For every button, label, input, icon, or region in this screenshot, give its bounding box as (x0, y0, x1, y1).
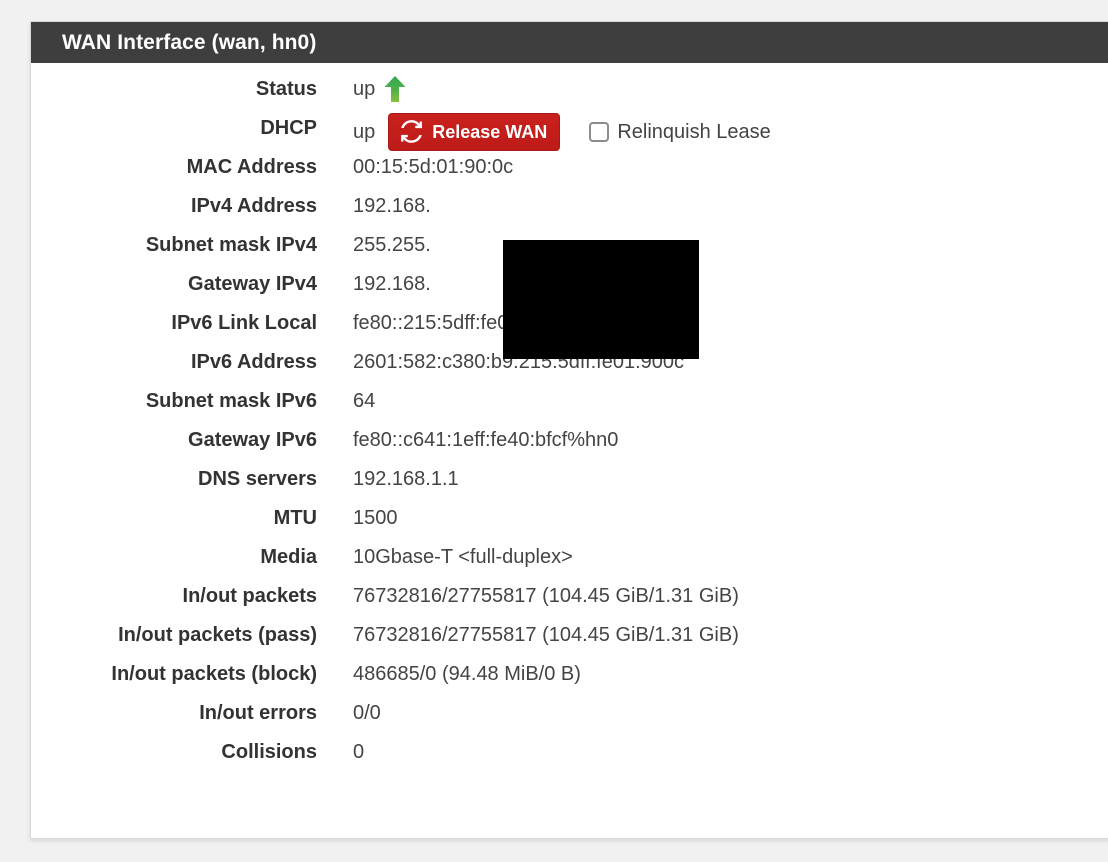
row-value-dns-servers: 192.168.1.1 (353, 468, 459, 490)
row-label-subnet-mask-ipv6: Subnet mask IPv6 (145, 390, 317, 412)
release-wan-button[interactable]: Release WAN (388, 113, 561, 151)
wan-interface-panel: WAN Interface (wan, hn0) Status up DHCP … (30, 21, 1108, 839)
panel-header: WAN Interface (wan, hn0) (31, 22, 1108, 63)
row-label-ipv6-link-local: IPv6 Link Local (171, 312, 317, 334)
row-value-ipv4-address: 192.168. (353, 195, 431, 217)
arrow-up-icon (384, 76, 406, 102)
row-label-ipv6-address: IPv6 Address (191, 351, 317, 373)
row-value-collisions: 0 (353, 741, 365, 763)
release-wan-button-label: Release WAN (432, 121, 548, 142)
row-value-status: up (353, 74, 406, 104)
dhcp-status-text: up (353, 121, 376, 143)
redaction-overlay (503, 240, 699, 359)
row-label-media: Media (260, 546, 317, 568)
row-value-subnet-mask-ipv6: 64 (353, 390, 376, 412)
row-mtu: MTU 1500 (31, 503, 1108, 542)
row-mac-address: MAC Address 00:15:5d:01:90:0c (31, 152, 1108, 191)
row-value-inout-packets-pass: 76732816/27755817 (104.45 GiB/1.31 GiB) (353, 624, 739, 646)
row-media: Media 10Gbase-T <full-duplex> (31, 542, 1108, 581)
relinquish-lease-control[interactable]: Relinquish Lease (589, 118, 771, 146)
status-text: up (353, 78, 376, 100)
row-value-inout-errors: 0/0 (353, 702, 381, 724)
row-value-dhcp: up Release WAN Relinquish Lease (353, 113, 771, 151)
row-dns-servers: DNS servers 192.168.1.1 (31, 464, 1108, 503)
row-label-status: Status (255, 78, 317, 100)
relinquish-lease-label[interactable]: Relinquish Lease (617, 118, 770, 146)
row-inout-errors: In/out errors 0/0 (31, 698, 1108, 737)
row-inout-packets: In/out packets 76732816/27755817 (104.45… (31, 581, 1108, 620)
row-value-subnet-mask-ipv4: 255.255. (353, 234, 431, 256)
panel-body: Status up DHCP up Release WAN Relinquish… (31, 63, 1108, 776)
row-label-subnet-mask-ipv4: Subnet mask IPv4 (145, 234, 317, 256)
row-value-inout-packets: 76732816/27755817 (104.45 GiB/1.31 GiB) (353, 585, 739, 607)
row-value-gateway-ipv4: 192.168. (353, 273, 431, 295)
row-label-gateway-ipv6: Gateway IPv6 (188, 429, 317, 451)
row-label-collisions: Collisions (221, 741, 317, 763)
row-label-inout-errors: In/out errors (199, 702, 317, 724)
row-label-mac-address: MAC Address (186, 156, 317, 178)
row-inout-packets-block: In/out packets (block) 486685/0 (94.48 M… (31, 659, 1108, 698)
refresh-icon (399, 119, 424, 144)
row-value-mtu: 1500 (353, 507, 398, 529)
row-collisions: Collisions 0 (31, 737, 1108, 776)
row-value-gateway-ipv6: fe80::c641:1eff:fe40:bfcf%hn0 (353, 429, 619, 451)
row-label-dhcp: DHCP (260, 117, 317, 139)
row-label-ipv4-address: IPv4 Address (191, 195, 317, 217)
row-label-inout-packets-block: In/out packets (block) (111, 663, 317, 685)
panel-title: WAN Interface (wan, hn0) (62, 30, 317, 54)
relinquish-lease-checkbox[interactable] (589, 122, 610, 142)
row-label-inout-packets: In/out packets (182, 585, 317, 607)
row-label-gateway-ipv4: Gateway IPv4 (188, 273, 317, 295)
row-subnet-mask-ipv6: Subnet mask IPv6 64 (31, 386, 1108, 425)
row-inout-packets-pass: In/out packets (pass) 76732816/27755817 … (31, 620, 1108, 659)
row-label-dns-servers: DNS servers (198, 468, 317, 490)
row-label-mtu: MTU (273, 507, 317, 529)
row-gateway-ipv6: Gateway IPv6 fe80::c641:1eff:fe40:bfcf%h… (31, 425, 1108, 464)
row-dhcp: DHCP up Release WAN Relinquish Lease (31, 113, 1108, 152)
row-label-inout-packets-pass: In/out packets (pass) (118, 624, 317, 646)
row-status: Status up (31, 74, 1108, 113)
row-ipv4-address: IPv4 Address 192.168. (31, 191, 1108, 230)
row-value-media: 10Gbase-T <full-duplex> (353, 546, 573, 568)
row-value-inout-packets-block: 486685/0 (94.48 MiB/0 B) (353, 663, 581, 685)
row-value-mac-address: 00:15:5d:01:90:0c (353, 156, 514, 178)
